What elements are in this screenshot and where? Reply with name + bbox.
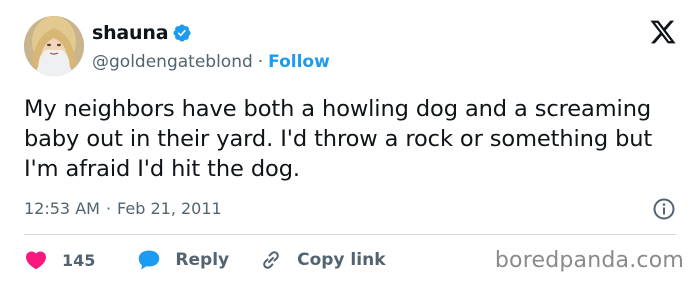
divider bbox=[24, 234, 676, 235]
author-display-name[interactable]: shauna bbox=[92, 22, 169, 44]
watermark: boredpanda.com bbox=[494, 248, 684, 273]
tweet-date: Feb 21, 2011 bbox=[117, 199, 222, 218]
timestamp-separator: · bbox=[105, 199, 112, 218]
reply-bubble-icon bbox=[139, 250, 160, 270]
like-count: 145 bbox=[62, 250, 96, 270]
copy-link-button[interactable]: Copy link bbox=[259, 248, 386, 272]
reply-button[interactable]: Reply bbox=[137, 248, 229, 272]
copy-link-label: Copy link bbox=[297, 250, 386, 270]
tweet-timestamp[interactable]: 12:53 AM · Feb 21, 2011 bbox=[24, 199, 222, 218]
reply-label: Reply bbox=[175, 250, 230, 270]
avatar[interactable] bbox=[24, 16, 84, 76]
name-row: shauna bbox=[92, 20, 330, 46]
author-handle[interactable]: @goldengateblond bbox=[92, 52, 253, 72]
handle-separator: · bbox=[257, 52, 264, 72]
author-info: shauna @goldengateblond · Follow bbox=[92, 20, 330, 72]
info-icon[interactable] bbox=[652, 197, 676, 221]
handle-row: @goldengateblond · Follow bbox=[92, 52, 330, 72]
tweet-actions: 145 Reply Copy link bbox=[24, 246, 386, 274]
like-button[interactable]: 145 bbox=[24, 248, 95, 272]
verified-badge-icon bbox=[173, 24, 191, 42]
heart-icon bbox=[25, 251, 47, 270]
link-icon bbox=[263, 251, 279, 269]
x-logo-icon[interactable] bbox=[648, 18, 678, 46]
avatar-photo bbox=[24, 16, 84, 76]
tweet-time: 12:53 AM bbox=[24, 199, 100, 218]
tweet-text: My neighbors have both a howling dog and… bbox=[24, 96, 653, 182]
follow-button[interactable]: Follow bbox=[268, 52, 330, 72]
